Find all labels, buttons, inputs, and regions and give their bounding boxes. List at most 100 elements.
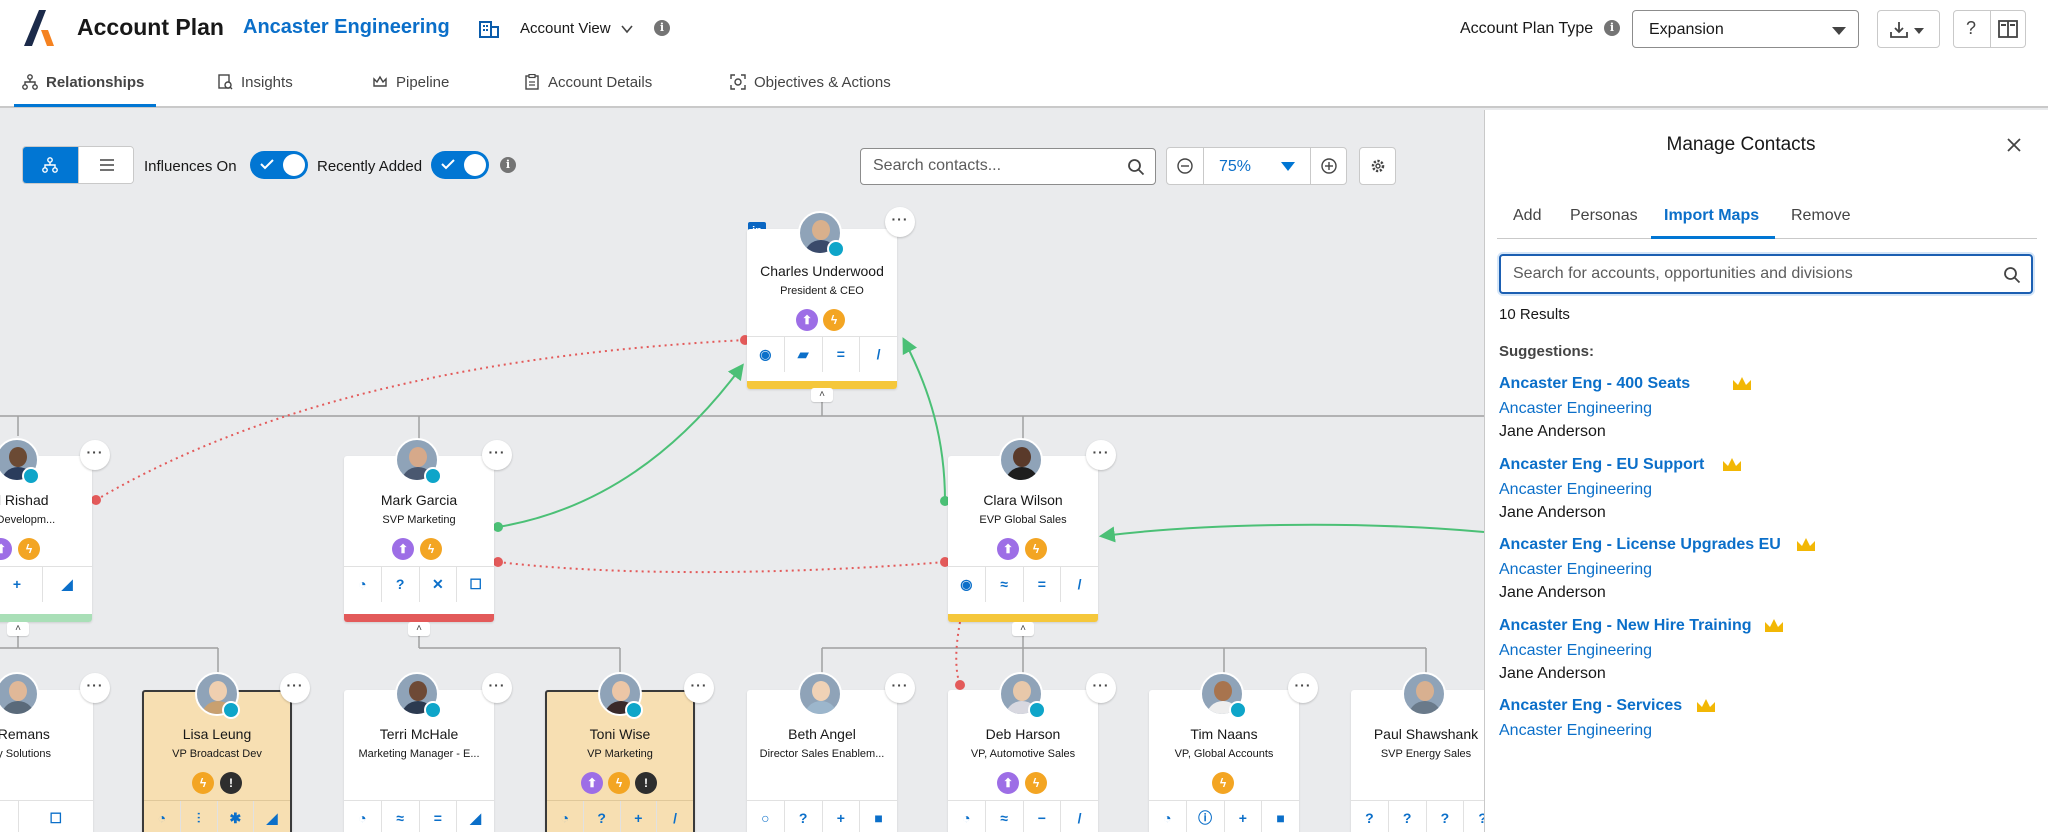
steps-icon[interactable]: ⫶ — [179, 801, 217, 832]
contact-card-rishad[interactable]: ad Rishad uct Developm... ⬆ ϟ ◔ + ◢ — [0, 438, 92, 622]
caret-down-icon[interactable] — [1281, 162, 1295, 171]
contact-card-lisa-leung[interactable]: Lisa Leung VP Broadcast Dev ϟ ! ◔ ⫶ ✱ ◢ — [142, 672, 292, 832]
zoom-level[interactable]: 75% — [1219, 158, 1251, 176]
more-options-button[interactable]: ··· — [80, 440, 110, 470]
question-icon[interactable]: ? — [783, 801, 822, 832]
add-icon[interactable]: + — [1223, 801, 1262, 832]
suggestion-account-link[interactable]: Ancaster Engineering — [1499, 561, 1652, 579]
equal-icon[interactable]: = — [418, 801, 457, 832]
contact-card-beth-angel[interactable]: Beth Angel Director Sales Enablem... ○ ?… — [747, 672, 897, 832]
collapse-toggle[interactable]: ˄ — [408, 622, 430, 636]
zoom-out-button[interactable] — [1167, 148, 1204, 184]
suggestion-account-link[interactable]: Ancaster Engineering — [1499, 400, 1652, 418]
briefcase-icon[interactable]: ▰ — [783, 337, 822, 372]
account-name-link[interactable]: Ancaster Engineering — [243, 16, 450, 39]
add-icon[interactable]: + — [821, 801, 860, 832]
suggestion-account-link[interactable]: Ancaster Engineering — [1499, 642, 1652, 660]
chart-icon[interactable]: ◢ — [456, 801, 494, 832]
square-filled-icon[interactable]: ■ — [1261, 801, 1299, 832]
contact-card-clara-wilson[interactable]: Clara Wilson EVP Global Sales ⬆ ϟ ◉ ≈ = … — [948, 438, 1098, 622]
more-options-button[interactable]: ··· — [1086, 673, 1116, 703]
asterisk-icon[interactable]: ✱ — [216, 801, 254, 832]
help-button[interactable]: ? — [1953, 10, 2026, 48]
pencil-icon[interactable]: / — [656, 801, 693, 832]
question-icon[interactable]: ? — [0, 801, 18, 832]
chart-icon[interactable]: ◢ — [253, 801, 290, 832]
panel-tab-import-maps[interactable]: Import Maps — [1664, 207, 1759, 225]
more-options-button[interactable]: ··· — [885, 207, 915, 237]
add-icon[interactable]: + — [619, 801, 657, 832]
add-icon[interactable]: + — [0, 567, 42, 602]
contact-card-paul-shawshank[interactable]: Paul Shawshank SVP Energy Sales ? ? ? ? — [1351, 672, 1484, 832]
plan-type-select[interactable]: Expansion — [1632, 10, 1859, 48]
history-icon[interactable]: ◔ — [1149, 801, 1186, 832]
contact-card-mark-garcia[interactable]: Mark Garcia SVP Marketing ⬆ ϟ ◔ ? ✕ ☐ — [344, 438, 494, 622]
question-icon[interactable]: ? — [1463, 801, 1484, 832]
import-maps-search[interactable] — [1499, 254, 2033, 294]
equal-icon[interactable]: = — [1022, 567, 1061, 602]
handshake-icon[interactable]: ≈ — [984, 567, 1023, 602]
zoom-in-button[interactable] — [1310, 148, 1347, 184]
contact-search-input[interactable] — [873, 157, 1123, 175]
map-view-button[interactable] — [23, 147, 78, 183]
target-icon[interactable]: ◉ — [747, 337, 784, 372]
pencil-icon[interactable]: / — [1060, 801, 1098, 832]
history-icon[interactable]: ◔ — [547, 801, 583, 832]
list-view-button[interactable] — [78, 147, 133, 183]
info-icon[interactable]: i — [1604, 20, 1620, 36]
suggestion-name-link[interactable]: Ancaster Eng - New Hire Training — [1499, 617, 1752, 635]
panel-tab-remove[interactable]: Remove — [1791, 207, 1851, 225]
panel-tab-add[interactable]: Add — [1513, 207, 1541, 225]
minus-icon[interactable]: − — [1022, 801, 1061, 832]
history-icon[interactable]: ◔ — [144, 801, 180, 832]
more-options-button[interactable]: ··· — [80, 673, 110, 703]
collapse-toggle[interactable]: ˄ — [811, 388, 833, 402]
handshake-icon[interactable]: ≈ — [380, 801, 419, 832]
more-options-button[interactable]: ··· — [1288, 673, 1318, 703]
history-icon[interactable]: ◔ — [948, 801, 985, 832]
info-circle-icon[interactable]: ⓘ — [1185, 801, 1224, 832]
more-options-button[interactable]: ··· — [885, 673, 915, 703]
recently-added-toggle[interactable] — [431, 151, 489, 179]
panel-tab-personas[interactable]: Personas — [1570, 207, 1638, 225]
question-icon[interactable]: ? — [1425, 801, 1464, 832]
info-icon[interactable]: i — [654, 20, 670, 36]
info-icon[interactable]: i — [500, 157, 516, 173]
more-options-button[interactable]: ··· — [280, 673, 310, 703]
contact-card-terri-mchale[interactable]: Terri McHale Marketing Manager - E... ◔ … — [344, 672, 494, 832]
history-icon[interactable]: ◔ — [344, 567, 381, 602]
import-maps-search-input[interactable] — [1513, 265, 1983, 283]
contact-card-charles-underwood[interactable]: Charles Underwood President & CEO ⬆ ϟ ◉ … — [747, 211, 897, 389]
circle-icon[interactable]: ○ — [747, 801, 784, 832]
square-filled-icon[interactable]: ■ — [859, 801, 897, 832]
question-icon[interactable]: ? — [1351, 801, 1388, 832]
map-settings-button[interactable] — [1359, 147, 1396, 185]
contact-search[interactable] — [860, 148, 1156, 185]
equal-icon[interactable]: = — [821, 337, 860, 372]
contact-card-deb-harson[interactable]: Deb Harson VP, Automotive Sales ⬆ ϟ ◔ ≈ … — [948, 672, 1098, 832]
question-icon[interactable]: ? — [582, 801, 620, 832]
close-icon[interactable]: ✕ — [418, 567, 457, 602]
contact-card-toni-wise[interactable]: Toni Wise VP Marketing ⬆ ϟ ! ◔ ? + / — [545, 672, 695, 832]
suggestion-name-link[interactable]: Ancaster Eng - 400 Seats — [1499, 375, 1690, 393]
pencil-icon[interactable]: / — [1060, 567, 1098, 602]
suggestion-name-link[interactable]: Ancaster Eng - License Upgrades EU — [1499, 536, 1781, 554]
question-icon[interactable]: ? — [380, 567, 419, 602]
suggestion-account-link[interactable]: Ancaster Engineering — [1499, 722, 1652, 740]
relationship-map-canvas[interactable]: Influences On Recently Added i 75% — [0, 110, 1484, 832]
question-icon[interactable]: ? — [1387, 801, 1426, 832]
suggestion-name-link[interactable]: Ancaster Eng - Services — [1499, 697, 1682, 715]
more-options-button[interactable]: ··· — [1086, 440, 1116, 470]
contact-card-remans[interactable]: e Remans stry Solutions ? ☐ — [0, 672, 93, 832]
pencil-icon[interactable]: / — [859, 337, 897, 372]
chart-icon[interactable]: ◢ — [41, 567, 92, 602]
influences-on-toggle[interactable] — [250, 151, 308, 179]
history-icon[interactable]: ◔ — [344, 801, 381, 832]
handshake-icon[interactable]: ≈ — [984, 801, 1023, 832]
suggestion-account-link[interactable]: Ancaster Engineering — [1499, 481, 1652, 499]
download-button[interactable] — [1877, 10, 1940, 48]
collapse-toggle[interactable]: ˄ — [1012, 622, 1034, 636]
account-view-dropdown[interactable]: Account View — [520, 20, 611, 37]
more-options-button[interactable]: ··· — [482, 673, 512, 703]
suggestion-name-link[interactable]: Ancaster Eng - EU Support — [1499, 456, 1704, 474]
